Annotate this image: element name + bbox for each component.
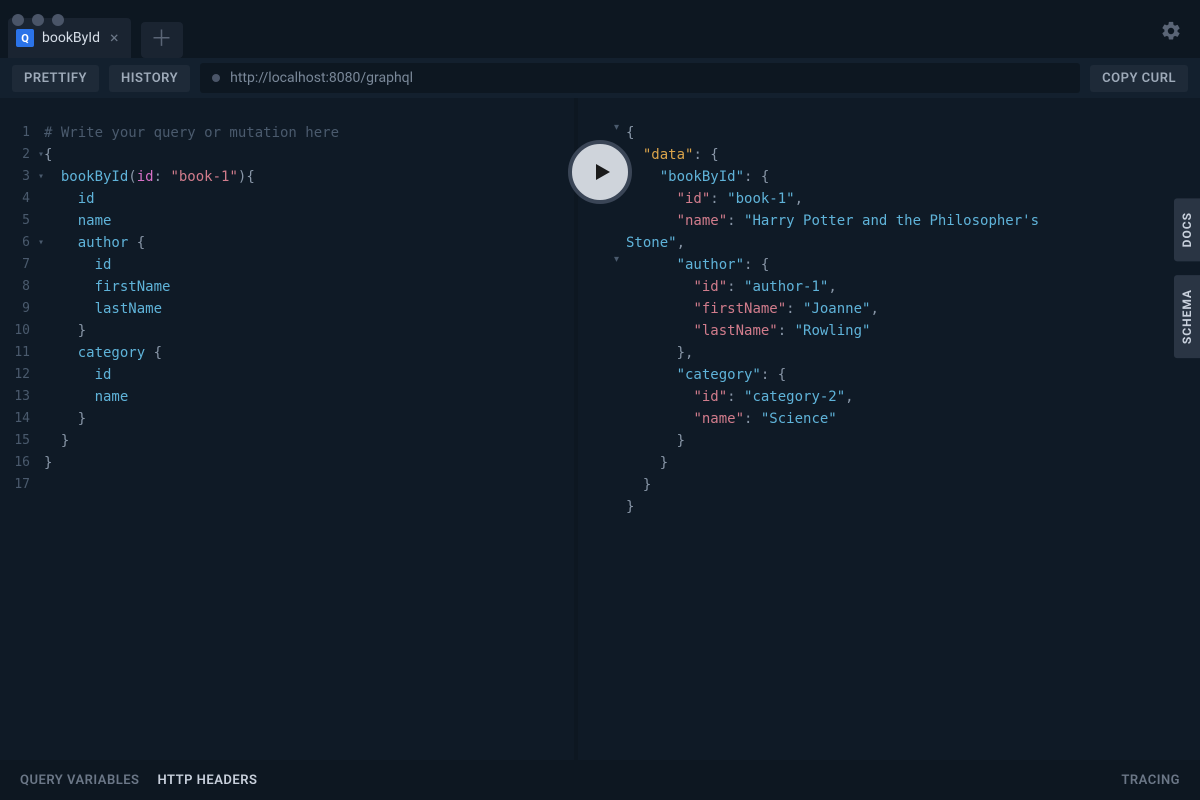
gear-icon [1160,20,1182,42]
endpoint-status-icon [212,74,220,82]
editor-comment: # Write your query or mutation here [44,125,339,141]
app-window: Q bookById × ＋ PRETTIFY HISTORY http://l… [0,0,1200,800]
query-variables-tab[interactable]: QUERY VARIABLES [20,773,140,788]
schema-tab[interactable]: SCHEMA [1174,275,1200,358]
footer: QUERY VARIABLES HTTP HEADERS TRACING [0,760,1200,800]
toolbar: PRETTIFY HISTORY http://localhost:8080/g… [0,58,1200,98]
copy-curl-button[interactable]: COPY CURL [1090,65,1188,92]
http-headers-tab[interactable]: HTTP HEADERS [158,773,258,788]
tab-title: bookById [42,30,100,46]
prettify-button[interactable]: PRETTIFY [12,65,99,92]
play-icon [590,160,614,184]
docs-tab[interactable]: DOCS [1174,198,1200,261]
query-editor[interactable]: 1 2 3 4 5 6 7 8 9 10 11 12 13 14 15 16 1… [0,98,578,760]
minimize-window-icon[interactable] [32,14,44,26]
fold-icon[interactable]: ▾ [614,122,619,133]
add-tab-button[interactable]: ＋ [141,22,183,58]
result-json: { "data": { "bookById": { "id": "book-1"… [626,122,1096,518]
settings-button[interactable] [1160,20,1182,42]
tracing-tab[interactable]: TRACING [1121,773,1180,788]
execute-query-button[interactable] [568,140,632,204]
traffic-lights [12,14,64,26]
endpoint-url[interactable]: http://localhost:8080/graphql [230,70,1068,86]
maximize-window-icon[interactable] [52,14,64,26]
query-code[interactable]: # Write your query or mutation here { bo… [44,122,574,474]
side-rail: DOCS SCHEMA [1174,198,1200,358]
line-gutter: 1 2 3 4 5 6 7 8 9 10 11 12 13 14 15 16 1… [0,122,36,496]
close-window-icon[interactable] [12,14,24,26]
main-area: 1 2 3 4 5 6 7 8 9 10 11 12 13 14 15 16 1… [0,98,1200,760]
titlebar: Q bookById × ＋ [0,0,1200,58]
fold-icon[interactable]: ▾ [614,254,619,265]
plus-icon: ＋ [151,29,173,51]
query-icon: Q [16,29,34,47]
history-button[interactable]: HISTORY [109,65,190,92]
result-pane[interactable]: ▾ ▾ ▾ ▾ { "data": { "bookById": { "id": … [578,98,1200,760]
endpoint-field[interactable]: http://localhost:8080/graphql [200,63,1080,93]
close-tab-button[interactable]: × [108,30,121,46]
